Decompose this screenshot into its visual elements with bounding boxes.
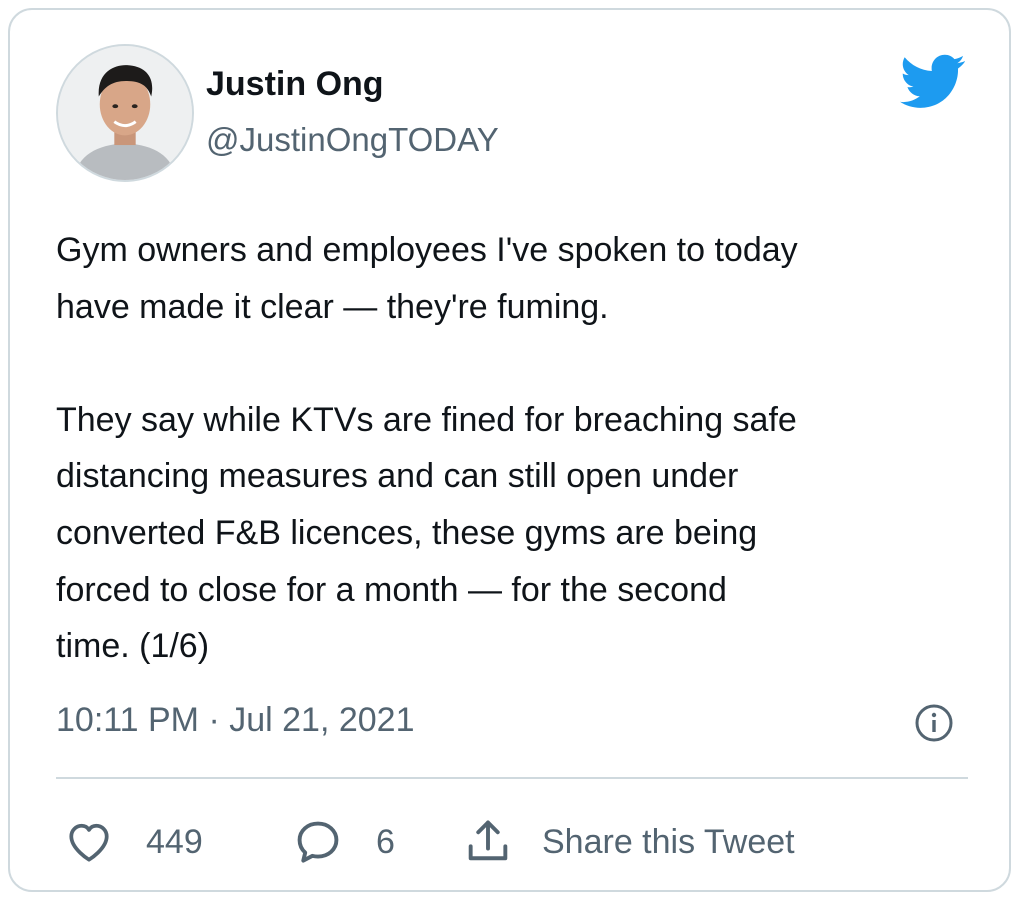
tweet-line: Gym owners and employees I've spoken to … bbox=[56, 231, 798, 269]
divider bbox=[56, 777, 968, 779]
tweet-line: They say while KTVs are fined for breach… bbox=[56, 400, 797, 439]
info-icon[interactable] bbox=[914, 703, 954, 743]
author-name[interactable]: Justin Ong bbox=[206, 64, 384, 104]
twitter-bird-icon[interactable] bbox=[900, 54, 966, 110]
share-button[interactable]: Share this Tweet bbox=[462, 814, 795, 870]
tweet-card: Justin Ong @JustinOngTODAY Gym owners an… bbox=[8, 8, 1011, 892]
heart-icon bbox=[64, 817, 114, 867]
like-button[interactable]: 449 bbox=[64, 814, 203, 870]
author-handle[interactable]: @JustinOngTODAY bbox=[206, 120, 499, 160]
tweet-line: converted F&B licences, these gyms are b… bbox=[56, 513, 758, 552]
tweet-text: Gym owners and employees I've spoken to … bbox=[56, 222, 976, 675]
share-label: Share this Tweet bbox=[542, 822, 795, 861]
tweet-line: time. (1/6) bbox=[56, 627, 210, 666]
reply-count: 6 bbox=[376, 822, 395, 861]
tweet-line: have made it clear — they're fuming. bbox=[56, 287, 609, 326]
like-count: 449 bbox=[146, 822, 203, 861]
tweet-actions: 449 6 Share this Tweet bbox=[56, 814, 968, 870]
speech-bubble-icon bbox=[292, 816, 344, 868]
avatar[interactable] bbox=[56, 44, 194, 182]
tweet-line: forced to close for a month — for the se… bbox=[56, 570, 727, 609]
reply-button[interactable]: 6 bbox=[292, 814, 395, 870]
avatar-image bbox=[58, 46, 192, 180]
tweet-line-blank bbox=[56, 335, 976, 392]
share-upload-icon bbox=[462, 816, 514, 868]
tweet-timestamp[interactable]: 10:11 PM · Jul 21, 2021 bbox=[56, 700, 414, 740]
tweet-line: distancing measures and can still open u… bbox=[56, 457, 739, 496]
